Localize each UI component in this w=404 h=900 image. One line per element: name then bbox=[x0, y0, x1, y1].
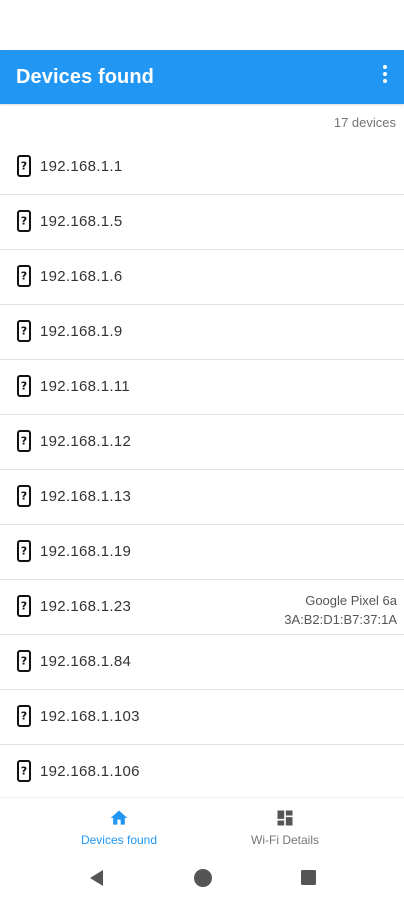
device-ip: 192.168.1.106 bbox=[40, 763, 140, 780]
list-item[interactable]: ? 192.168.1.12 bbox=[0, 415, 404, 470]
device-ip: 192.168.1.6 bbox=[40, 268, 123, 285]
svg-text:?: ? bbox=[21, 215, 27, 228]
list-item[interactable]: ? 192.168.1.9 bbox=[0, 305, 404, 360]
unknown-phone-icon: ? bbox=[17, 760, 31, 782]
list-item[interactable]: ? 192.168.1.11 bbox=[0, 360, 404, 415]
device-ip: 192.168.1.1 bbox=[40, 158, 123, 175]
device-ip: 192.168.1.103 bbox=[40, 708, 140, 725]
unknown-phone-icon: ? bbox=[17, 540, 31, 562]
svg-text:?: ? bbox=[21, 380, 27, 393]
device-ip: 192.168.1.5 bbox=[40, 213, 123, 230]
device-ip: 192.168.1.19 bbox=[40, 543, 132, 560]
system-navigation-bar bbox=[0, 855, 404, 900]
page-title: Devices found bbox=[16, 65, 154, 88]
device-info: Google Pixel 6a 3A:B2:D1:B7:37:1A bbox=[284, 591, 397, 629]
list-item[interactable]: ? 192.168.1.84 bbox=[0, 635, 404, 690]
list-item[interactable]: ? 192.168.1.23 Google Pixel 6a 3A:B2:D1:B7:… bbox=[0, 580, 404, 635]
list-item[interactable]: ? 192.168.1.5 bbox=[0, 195, 404, 250]
unknown-phone-icon: ? bbox=[17, 155, 31, 177]
back-icon[interactable] bbox=[88, 869, 104, 887]
unknown-phone-icon: ? bbox=[17, 650, 31, 672]
list-item[interactable]: ? 192.168.1.6 bbox=[0, 250, 404, 305]
list-item[interactable]: ? 192.168.1.106 bbox=[0, 745, 404, 800]
list-item[interactable]: ? 192.168.1.1 bbox=[0, 140, 404, 195]
unknown-phone-icon: ? bbox=[17, 485, 31, 507]
svg-text:?: ? bbox=[21, 765, 27, 778]
unknown-phone-icon: ? bbox=[17, 265, 31, 287]
unknown-phone-icon: ? bbox=[17, 595, 31, 617]
svg-text:?: ? bbox=[21, 710, 27, 723]
device-ip: 192.168.1.9 bbox=[40, 323, 123, 340]
list-item[interactable]: ? 192.168.1.13 bbox=[0, 470, 404, 525]
device-ip: 192.168.1.84 bbox=[40, 653, 132, 670]
device-mac: 3A:B2:D1:B7:37:1A bbox=[284, 612, 397, 627]
bottom-navigation: Devices found Wi-Fi Details bbox=[0, 797, 404, 856]
svg-text:?: ? bbox=[21, 655, 27, 668]
device-ip: 192.168.1.13 bbox=[40, 488, 132, 505]
home-icon bbox=[110, 810, 128, 825]
device-ip: 192.168.1.23 bbox=[40, 598, 132, 615]
nav-label: Wi-Fi Details bbox=[251, 833, 319, 847]
app-bar: Devices found bbox=[0, 50, 404, 104]
device-ip: 192.168.1.12 bbox=[40, 433, 132, 450]
svg-text:?: ? bbox=[21, 545, 27, 558]
recents-icon[interactable] bbox=[301, 870, 316, 885]
device-list: ? 192.168.1.1? 192.168.1.5? 192.168.1.6? 192… bbox=[0, 140, 404, 800]
status-bar bbox=[0, 0, 404, 50]
unknown-phone-icon: ? bbox=[17, 430, 31, 452]
nav-item-wifi-details[interactable]: Wi-Fi Details bbox=[184, 798, 386, 856]
device-ip: 192.168.1.11 bbox=[40, 378, 131, 395]
svg-text:?: ? bbox=[21, 490, 27, 503]
svg-text:?: ? bbox=[21, 325, 27, 338]
svg-text:?: ? bbox=[21, 600, 27, 613]
svg-text:?: ? bbox=[21, 435, 27, 448]
list-item[interactable]: ? 192.168.1.19 bbox=[0, 525, 404, 580]
device-name: Google Pixel 6a bbox=[305, 593, 397, 608]
home-button-icon[interactable] bbox=[193, 868, 213, 888]
device-count: 17 devices bbox=[333, 115, 396, 130]
list-item[interactable]: ? 192.168.1.103 bbox=[0, 690, 404, 745]
unknown-phone-icon: ? bbox=[17, 210, 31, 232]
svg-text:?: ? bbox=[21, 160, 27, 173]
svg-text:?: ? bbox=[21, 270, 27, 283]
unknown-phone-icon: ? bbox=[17, 375, 31, 397]
dashboard-icon bbox=[277, 810, 293, 826]
unknown-phone-icon: ? bbox=[17, 320, 31, 342]
unknown-phone-icon: ? bbox=[17, 705, 31, 727]
more-vert-icon[interactable] bbox=[380, 65, 390, 89]
